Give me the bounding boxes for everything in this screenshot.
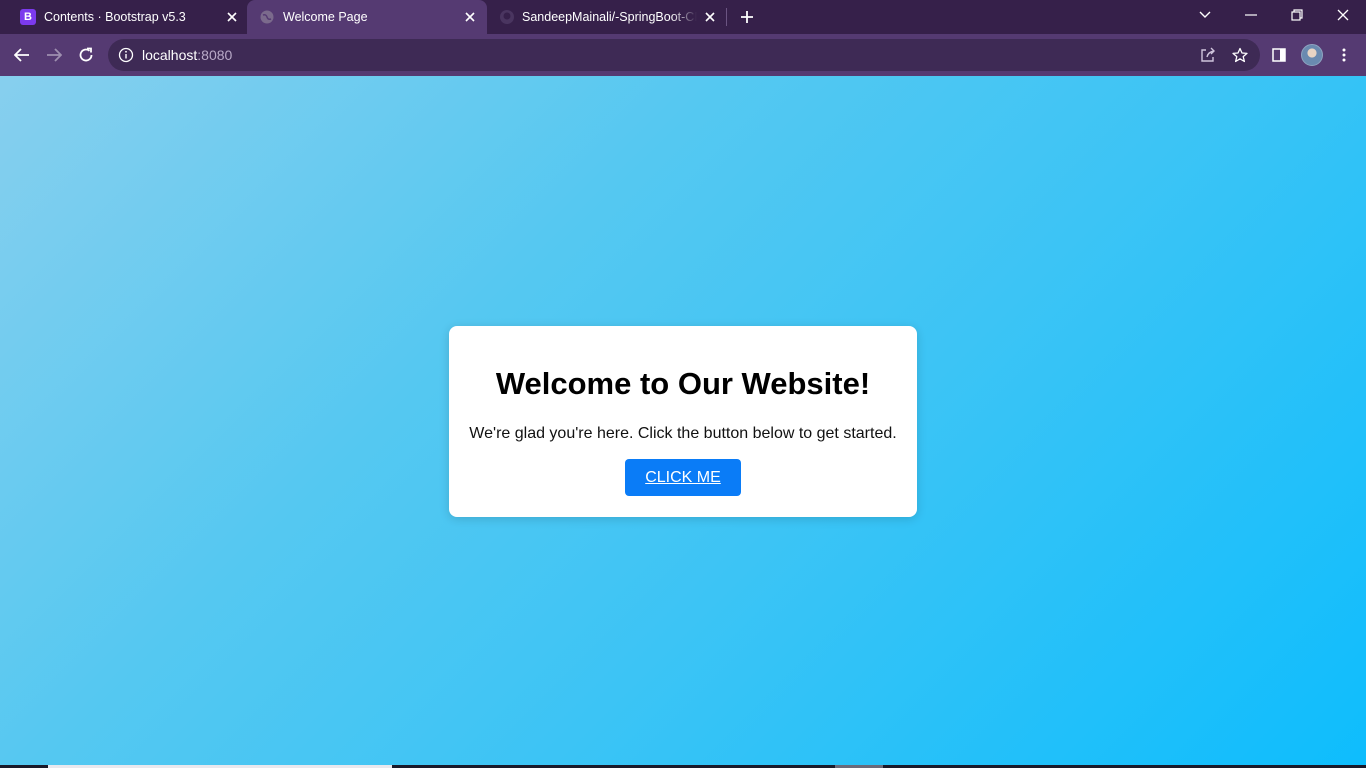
tab-bootstrap[interactable]: B Contents · Bootstrap v5.3 (0, 0, 247, 34)
page-heading: Welcome to Our Website! (495, 366, 871, 401)
restore-icon (1291, 9, 1303, 21)
close-icon[interactable] (461, 8, 479, 26)
welcome-card: Welcome to Our Website! We're glad you'r… (449, 326, 917, 517)
tab-title: SandeepMainali/-SpringBoot-CRUD (522, 10, 697, 24)
new-tab-button[interactable] (737, 7, 757, 27)
tab-title: Welcome Page (283, 10, 368, 24)
page-viewport: Welcome to Our Website! We're glad you'r… (0, 76, 1366, 765)
tab-github-repo[interactable]: SandeepMainali/-SpringBoot-CRUD (487, 0, 727, 34)
chevron-down-icon (1199, 11, 1211, 18)
click-me-button[interactable]: CLICK ME (625, 459, 741, 496)
back-arrow-icon (14, 48, 29, 62)
forward-arrow-icon (47, 48, 62, 62)
back-button[interactable] (9, 43, 35, 67)
bookmark-star-icon[interactable] (1230, 46, 1250, 64)
bootstrap-icon: B (20, 9, 36, 25)
side-panel-button[interactable] (1269, 45, 1289, 65)
kebab-menu-icon (1342, 48, 1346, 62)
github-icon (499, 9, 515, 25)
menu-button[interactable] (1334, 45, 1354, 65)
info-icon[interactable] (118, 47, 134, 63)
url-port: :8080 (197, 47, 233, 63)
reload-button[interactable] (73, 43, 99, 67)
url-text: localhost:8080 (142, 47, 232, 63)
browser-toolbar: localhost:8080 (0, 34, 1366, 76)
tab-strip: B Contents · Bootstrap v5.3 Welcome Page… (0, 0, 1366, 34)
tab-welcome-page[interactable]: Welcome Page (247, 0, 487, 34)
side-panel-icon (1272, 48, 1286, 62)
minimize-button[interactable] (1238, 4, 1264, 26)
plus-icon (741, 11, 753, 23)
url-host: localhost (142, 47, 198, 63)
welcome-subtext: We're glad you're here. Click the button… (469, 425, 897, 442)
reload-icon (79, 47, 93, 62)
restore-button[interactable] (1284, 4, 1310, 26)
tab-divider (726, 8, 727, 26)
forward-button[interactable] (41, 43, 67, 67)
tab-title: Contents · Bootstrap v5.3 (44, 10, 186, 24)
close-icon (1337, 9, 1349, 21)
share-icon[interactable] (1198, 46, 1218, 64)
minimize-icon (1245, 14, 1257, 16)
globe-icon (259, 9, 275, 25)
close-icon[interactable] (223, 8, 241, 26)
close-window-button[interactable] (1330, 4, 1356, 26)
tab-search-button[interactable] (1192, 4, 1218, 26)
profile-avatar[interactable] (1301, 44, 1323, 66)
close-icon[interactable] (701, 8, 719, 26)
address-bar[interactable]: localhost:8080 (108, 39, 1260, 71)
